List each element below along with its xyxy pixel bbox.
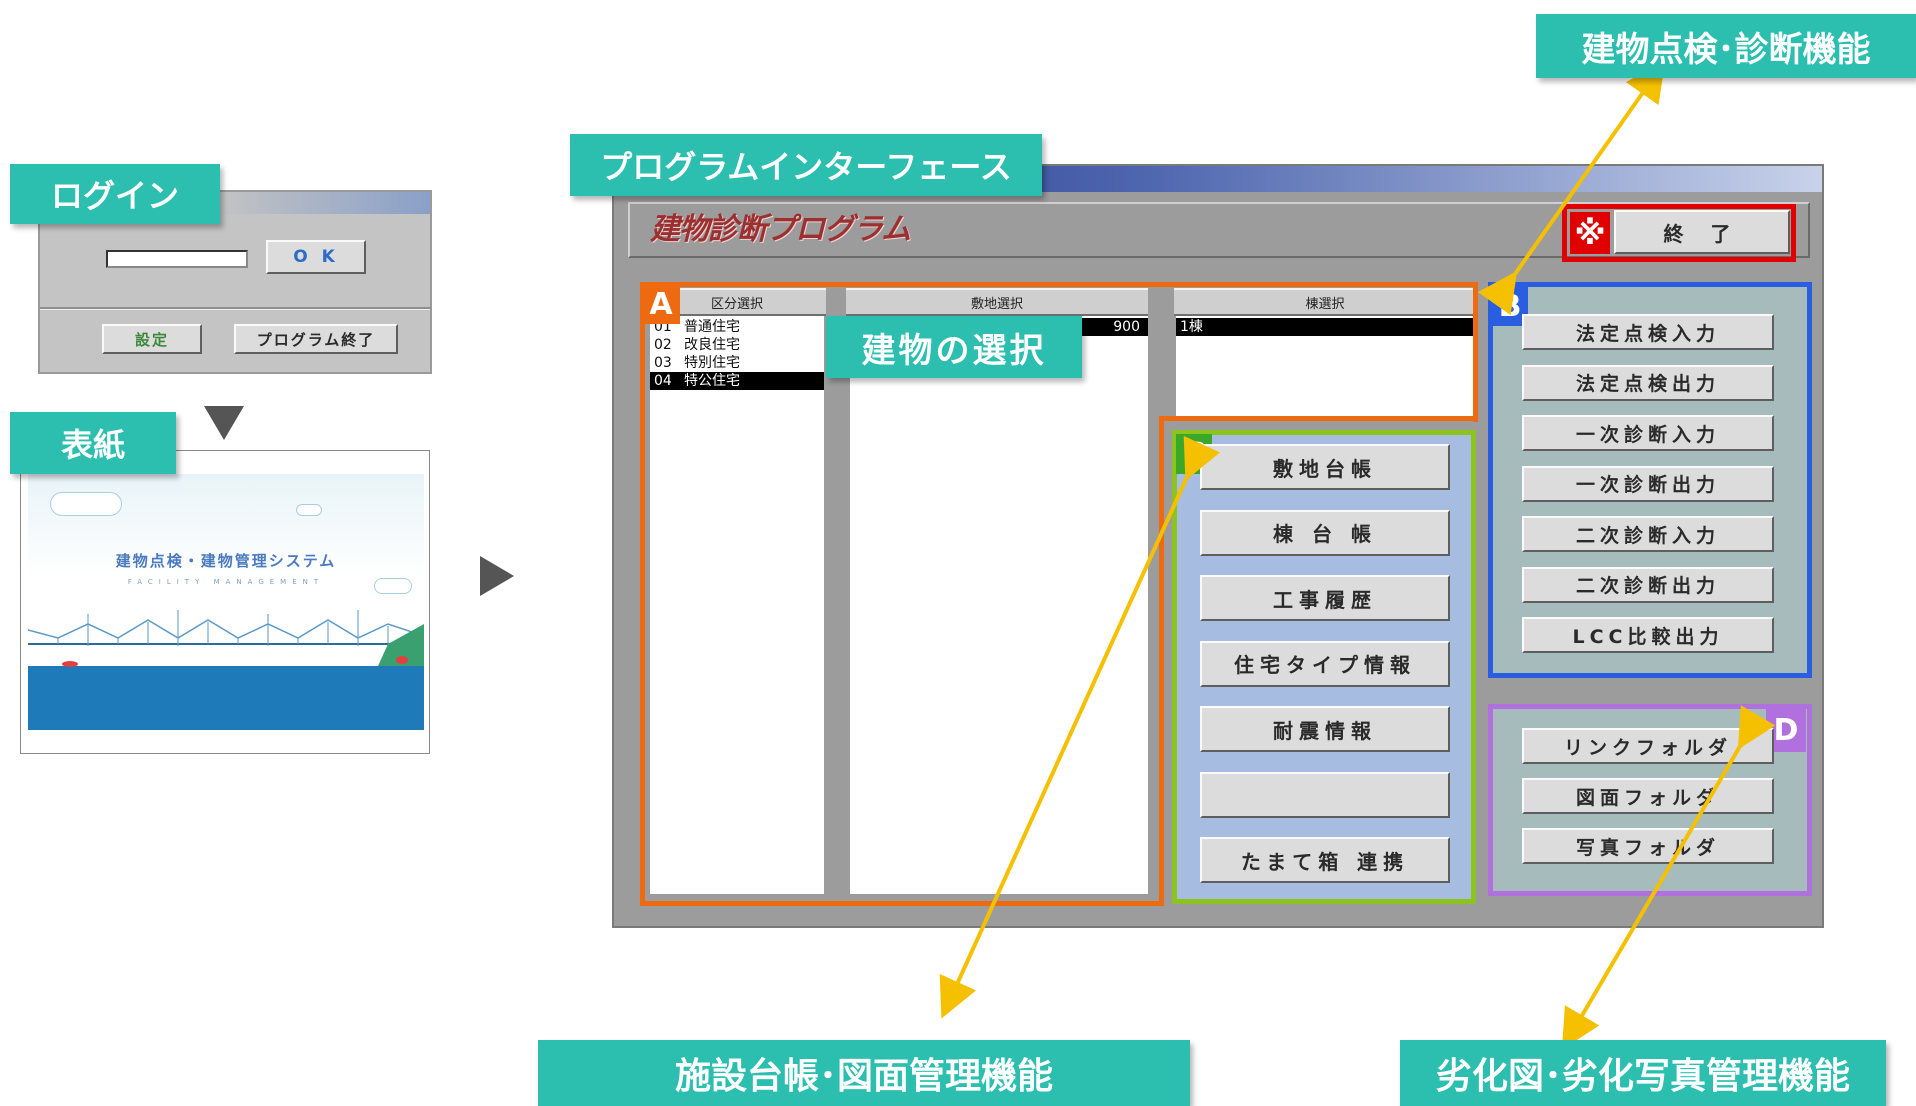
ledger-arrow: [939, 435, 1221, 1019]
inspection-arrow: [1477, 60, 1666, 316]
degradation-function-label: 劣化図･劣化写真管理機能: [1400, 1040, 1886, 1106]
degradation-arrow: [1561, 705, 1776, 1050]
ledger-function-label: 施設台帳･図面管理機能: [538, 1040, 1190, 1106]
inspection-function-label: 建物点検･診断機能: [1536, 14, 1916, 78]
connector-arrows: [939, 60, 1776, 1050]
